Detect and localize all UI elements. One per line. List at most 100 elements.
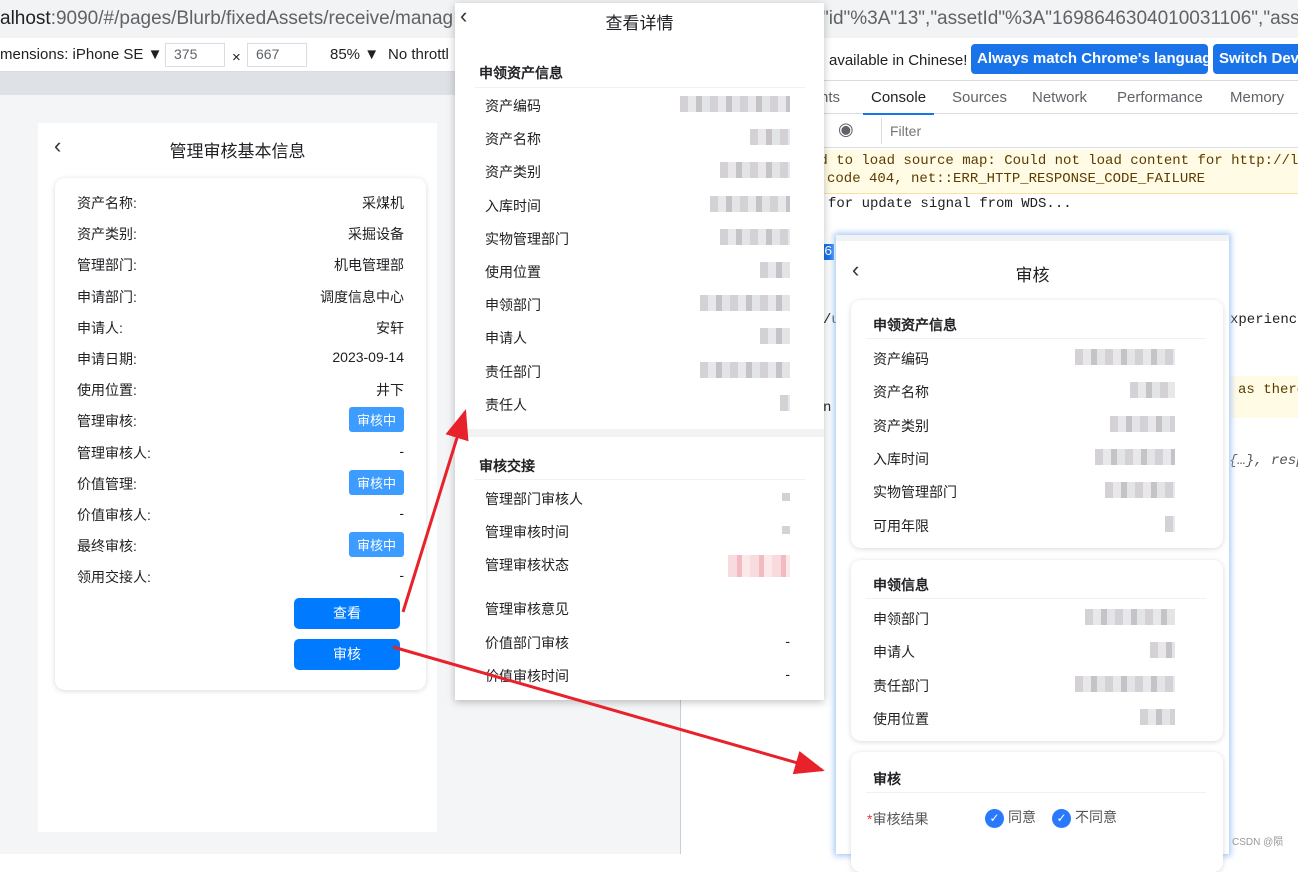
zoom-select[interactable]: 85% ▼ xyxy=(330,46,379,63)
status-badge: 审核中 xyxy=(348,469,404,495)
tab-performance[interactable]: Performance xyxy=(1117,89,1203,106)
tab-memory[interactable]: Memory xyxy=(1230,89,1284,106)
device-select[interactable]: mensions: iPhone SE ▼ xyxy=(0,46,162,63)
console-fragment: xperience xyxy=(1230,312,1298,328)
row-label: 领用交接人: xyxy=(77,569,151,586)
field-label: 管理审核意见 xyxy=(485,601,569,617)
field-label: 管理审核时间 xyxy=(485,524,569,540)
field-label: 价值审核时间 xyxy=(485,668,569,684)
page-title: 查看详情 xyxy=(605,14,674,33)
info-row: 价值审核人: - xyxy=(77,505,404,525)
field-label: 资产编码 xyxy=(485,98,541,114)
blurred-value xyxy=(720,162,790,179)
field-label: 资产编码 xyxy=(873,351,929,367)
tab-sources[interactable]: Sources xyxy=(952,89,1007,106)
console-fragment: {…}, resp xyxy=(1229,453,1298,469)
section-title: 审核交接 xyxy=(479,458,535,474)
blurred-value xyxy=(700,295,790,312)
blurred-value xyxy=(782,493,790,501)
blurred-value xyxy=(700,361,790,378)
field-label: 责任部门 xyxy=(873,677,929,694)
row-value: 采掘设备 xyxy=(348,226,404,243)
height-input[interactable]: 667 xyxy=(247,43,307,67)
tab-console[interactable]: Console xyxy=(863,89,935,115)
row-value: 采煤机 xyxy=(362,195,404,211)
row-value: - xyxy=(399,505,404,521)
audit-result-field: *审核结果 xyxy=(867,809,928,829)
section-title: 申领信息 xyxy=(873,577,929,593)
info-row: 最终审核: 审核中 xyxy=(77,532,404,558)
divider xyxy=(475,87,805,88)
section-divider xyxy=(455,429,824,437)
match-language-button[interactable]: Always match Chrome's language xyxy=(971,44,1208,74)
info-row: 价值管理: 审核中 xyxy=(77,469,404,495)
switch-devtools-button[interactable]: Switch DevT xyxy=(1213,44,1298,74)
field-value: - xyxy=(785,633,790,649)
warning-line-2: code 404, net::ERR_HTTP_RESPONSE_CODE_FA… xyxy=(827,171,1206,187)
audit-page: ‹ 审核 申领资产信息 申领信息 审核 资产编码 资产名称 资产类别 入库时间 实物管理部门可… xyxy=(836,235,1229,872)
row-value: 机电管理部 xyxy=(334,257,404,274)
field-label: 申请人 xyxy=(485,330,527,347)
detail-page: ‹ 查看详情 申领资产信息 审核交接 资产编码 资产名称 资产类别 入库时间 实物管理部… xyxy=(455,3,824,700)
view-button[interactable]: 查看 xyxy=(294,598,400,629)
eye-icon[interactable]: ◉ xyxy=(838,119,854,140)
blurred-value xyxy=(1095,448,1175,465)
audit-button[interactable]: 审核 xyxy=(294,639,400,670)
console-log: for update signal from WDS... xyxy=(828,196,1072,212)
blurred-value xyxy=(1150,642,1175,659)
info-row: 资产名称: 采煤机 xyxy=(77,193,404,213)
field-label: 使用位置 xyxy=(873,710,929,727)
field-label: 价值部门审核 xyxy=(485,635,569,651)
info-row: 申请部门: 调度信息中心 xyxy=(77,287,404,307)
blurred-value xyxy=(780,394,790,411)
times-sign: × xyxy=(232,49,241,66)
filter-input[interactable] xyxy=(881,118,1298,144)
left-phone-page: ‹ 管理审核基本信息 资产名称: 采煤机 资产类别: 采掘设备 管理部门: 机电管理部 申请… xyxy=(38,123,437,832)
lang-message: available in Chinese! xyxy=(829,52,968,69)
option-label: 不同意 xyxy=(1075,809,1117,825)
width-input[interactable]: 375 xyxy=(165,43,225,67)
info-row: 申请日期: 2023-09-14 xyxy=(77,349,404,369)
blurred-value xyxy=(782,526,790,534)
field-label: 资产类别 xyxy=(873,417,929,434)
checkbox-opt1[interactable]: ✓ 同意 xyxy=(985,807,1036,828)
console-fragment: n xyxy=(823,400,832,416)
blurred-value xyxy=(750,129,790,146)
page-title: 审核 xyxy=(1015,266,1050,285)
row-label: 资产名称: xyxy=(77,195,137,211)
row-value: 井下 xyxy=(376,382,404,399)
row-value: 2023-09-14 xyxy=(332,349,404,365)
throttle-select[interactable]: No throttl xyxy=(388,46,449,63)
field-label: 入库时间 xyxy=(485,197,541,214)
blurred-status xyxy=(728,555,790,577)
tab-network[interactable]: Network xyxy=(1032,89,1087,106)
status-badge: 审核中 xyxy=(348,532,404,558)
url-host: alhost xyxy=(0,8,51,29)
field-label: 管理部门审核人 xyxy=(485,491,583,507)
info-row: 申请人: 安轩 xyxy=(77,318,404,338)
option-label: 同意 xyxy=(1008,809,1036,825)
row-label: 使用位置: xyxy=(77,382,137,399)
divider xyxy=(866,338,1206,339)
field-label: 可用年限 xyxy=(873,517,929,534)
field-label: 资产名称 xyxy=(873,384,929,401)
watermark: CSDN @陨 xyxy=(1232,837,1284,848)
info-row: 资产类别: 采掘设备 xyxy=(77,224,404,244)
field-label: 申请人 xyxy=(873,644,915,661)
field-label: 资产名称 xyxy=(485,131,541,148)
field-label: 审核结果 xyxy=(872,811,929,827)
field-label: 申领部门 xyxy=(485,297,541,314)
field-label: 使用位置 xyxy=(485,264,541,280)
blurred-value xyxy=(760,262,790,278)
field-label: 责任人 xyxy=(485,396,527,413)
warning-line-1: ed to load source map: Could not load co… xyxy=(811,153,1298,169)
field-label: 实物管理部门 xyxy=(873,484,957,501)
blurred-value xyxy=(1085,609,1175,625)
row-label: 价值审核人: xyxy=(77,507,151,523)
status-badge: 审核中 xyxy=(348,407,404,433)
info-row: 使用位置: 井下 xyxy=(77,380,404,400)
divider xyxy=(866,598,1206,599)
blurred-value xyxy=(1110,415,1175,432)
checkbox-opt2[interactable]: ✓ 不同意 xyxy=(1052,807,1117,828)
info-row: 领用交接人: - xyxy=(77,567,404,587)
